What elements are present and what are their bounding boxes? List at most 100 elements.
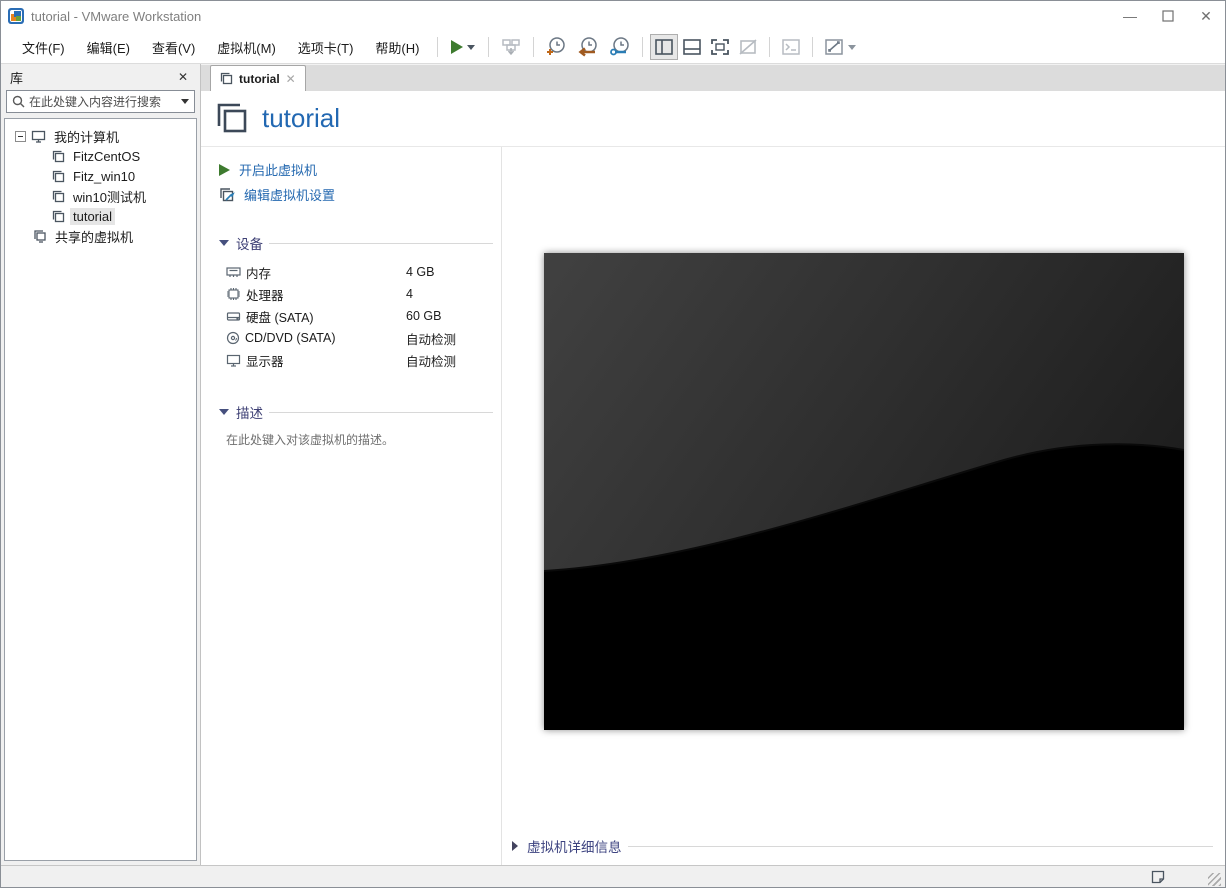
section-divider (269, 242, 493, 244)
power-on-play-icon (451, 40, 464, 54)
close-button[interactable]: ✕ (1187, 1, 1225, 31)
show-library-icon (654, 38, 674, 56)
manage-snapshots-button[interactable] (603, 34, 635, 60)
show-library-button[interactable] (650, 34, 679, 60)
menu-tabs[interactable]: 选项卡(T) (287, 31, 365, 63)
take-snapshot-icon (545, 36, 567, 58)
vm-screen-thumbnail[interactable] (544, 253, 1184, 730)
free-stretch-icon (824, 38, 844, 56)
vm-icon (52, 190, 65, 203)
device-value: 4 GB (406, 265, 435, 279)
collapse-icon[interactable] (15, 130, 26, 142)
toolbar-separator (533, 37, 535, 57)
resize-grip[interactable] (1208, 873, 1221, 886)
unity-mode-button[interactable] (734, 34, 762, 60)
vm-details-label: 虚拟机详细信息 (527, 840, 622, 855)
window-title: tutorial - VMware Workstation (31, 8, 202, 24)
library-sidebar: 库 ✕ 在此处键入内容进行搜索 我的计算机 FitzCentOS Fitz_wi… (1, 64, 201, 865)
display-icon (226, 354, 241, 367)
tree-item-label: win10测试机 (73, 189, 146, 205)
notes-icon[interactable] (1150, 869, 1166, 885)
search-dropdown-caret-icon[interactable] (181, 99, 189, 104)
menu-toolbar: 文件(F) 编辑(E) 查看(V) 虚拟机(M) 选项卡(T) 帮助(H) (1, 31, 1225, 64)
chevron-down-icon (219, 409, 229, 415)
chevron-right-icon (512, 841, 518, 851)
tab-tutorial[interactable]: tutorial ✕ (210, 65, 306, 91)
cpu-icon (226, 287, 241, 301)
revert-snapshot-button[interactable] (571, 34, 603, 60)
status-bar (1, 865, 1225, 887)
device-name: 显示器 (246, 354, 284, 369)
menu-file[interactable]: 文件(F) (11, 31, 76, 63)
vm-icon (52, 210, 65, 223)
device-row-display[interactable]: 显示器 自动检测 (226, 349, 493, 371)
free-stretch-caret-icon (848, 44, 857, 50)
description-placeholder[interactable]: 在此处键入对该虚拟机的描述。 (226, 431, 493, 448)
menu-vm[interactable]: 虚拟机(M) (206, 31, 287, 63)
take-snapshot-button[interactable] (541, 34, 571, 60)
toolbar-separator (437, 37, 439, 57)
description-section-header[interactable]: 描述 (219, 402, 493, 422)
tab-close-icon[interactable]: ✕ (286, 72, 296, 86)
device-row-cddvd[interactable]: CD/DVD (SATA) 自动检测 (226, 327, 493, 349)
tree-item-label: FitzCentOS (73, 148, 141, 164)
tree-item-vm[interactable]: FitzCentOS (5, 146, 196, 166)
title-bar: tutorial - VMware Workstation — ✕ (1, 1, 1225, 31)
device-row-processor[interactable]: 处理器 4 (226, 283, 493, 305)
tree-item-label: Fitz_win10 (73, 168, 136, 184)
power-on-caret-icon (467, 44, 476, 50)
device-name: 内存 (246, 266, 272, 281)
menu-view[interactable]: 查看(V) (141, 31, 206, 63)
revert-snapshot-icon (575, 36, 599, 58)
tree-item-label: 共享的虚拟机 (55, 229, 134, 245)
description-section-title: 描述 (236, 406, 263, 421)
disk-icon (226, 310, 241, 323)
vm-details-toggle[interactable]: 虚拟机详细信息 (512, 836, 1213, 856)
toolbar-separator (488, 37, 490, 57)
vm-preview-panel: 虚拟机详细信息 (501, 147, 1225, 865)
library-close-icon[interactable]: ✕ (175, 70, 191, 84)
tree-item-my-computer[interactable]: 我的计算机 (5, 126, 196, 146)
library-search-box[interactable] (6, 90, 195, 113)
device-name: 处理器 (246, 288, 284, 303)
section-divider (269, 411, 493, 413)
show-console-button[interactable] (678, 34, 706, 60)
vm-large-icon (215, 101, 249, 135)
vmware-workstation-window: tutorial - VMware Workstation — ✕ 文件(F) … (0, 0, 1226, 888)
menu-edit[interactable]: 编辑(E) (76, 31, 141, 63)
play-icon (219, 163, 230, 176)
full-screen-button[interactable] (706, 34, 734, 60)
send-ctrl-alt-del-button[interactable] (496, 34, 526, 60)
edit-settings-icon (219, 187, 235, 203)
tree-item-vm-selected[interactable]: tutorial (5, 206, 196, 226)
manage-snapshots-icon (607, 36, 631, 58)
device-value: 自动检测 (406, 332, 457, 347)
cd-icon (226, 331, 240, 345)
edit-vm-settings-label: 编辑虚拟机设置 (244, 188, 336, 203)
library-title: 库 (10, 70, 24, 86)
minimize-button[interactable]: — (1111, 1, 1149, 31)
power-on-vm-link[interactable]: 开启此虚拟机 (219, 157, 493, 182)
device-value: 4 (406, 287, 413, 301)
toolbar-separator (769, 37, 771, 57)
search-input[interactable] (29, 94, 181, 109)
devices-section-header[interactable]: 设备 (219, 233, 493, 253)
tree-item-vm[interactable]: win10测试机 (5, 186, 196, 206)
power-on-button[interactable] (447, 34, 479, 60)
device-value: 60 GB (406, 309, 442, 323)
shared-vm-icon (33, 229, 47, 243)
maximize-button[interactable] (1149, 1, 1187, 31)
toolbar-separator (642, 37, 644, 57)
device-row-memory[interactable]: 内存 4 GB (226, 261, 493, 283)
ctrl-alt-del-icon (500, 37, 522, 57)
menu-help[interactable]: 帮助(H) (364, 31, 430, 63)
open-terminal-button[interactable] (777, 34, 805, 60)
device-name: CD/DVD (SATA) (245, 331, 336, 345)
vm-library-tree: 我的计算机 FitzCentOS Fitz_win10 win10测试机 tut… (4, 118, 197, 861)
edit-vm-settings-link[interactable]: 编辑虚拟机设置 (219, 182, 493, 207)
free-stretch-button[interactable] (820, 34, 860, 60)
tree-item-shared-vms[interactable]: 共享的虚拟机 (5, 226, 196, 246)
tree-item-vm[interactable]: Fitz_win10 (5, 166, 196, 186)
vm-title: tutorial (262, 102, 341, 133)
device-row-harddisk[interactable]: 硬盘 (SATA) 60 GB (226, 305, 493, 327)
